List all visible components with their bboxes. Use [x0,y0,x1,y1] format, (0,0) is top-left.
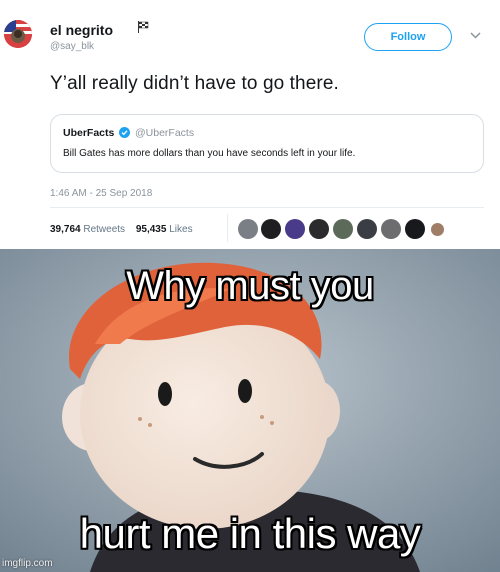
verified-badge-icon [119,127,130,138]
liker-avatar[interactable] [357,219,377,239]
likes-count[interactable]: 95,435 [136,224,167,235]
divider [50,207,484,208]
user-avatar[interactable] [4,20,32,48]
tweet-timestamp[interactable]: 1:46 AM - 25 Sep 2018 [50,188,152,199]
liker-avatar[interactable] [381,219,401,239]
display-name[interactable]: el negrito [50,22,113,38]
liker-avatar[interactable] [238,219,258,239]
quoted-text: Bill Gates has more dollars than you hav… [63,148,356,159]
stats-separator [227,214,228,242]
chevron-down-icon[interactable] [470,32,481,39]
likes-label[interactable]: Likes [169,224,192,235]
liker-avatar[interactable] [431,223,444,236]
liker-avatar[interactable] [285,219,305,239]
imgflip-watermark: imgflip.com [2,558,53,569]
liker-avatar[interactable] [333,219,353,239]
tweet-card: el negrito @say_blk Follow Y’all really … [0,0,500,249]
caption-top: Why must you [126,264,374,308]
follow-button[interactable]: Follow [364,23,452,51]
meme-image: Why must you hurt me in this way [0,249,500,572]
caption-bottom: hurt me in this way [79,510,421,557]
quoted-handle: @UberFacts [135,127,195,139]
tweet-text: Y’all really didn’t have to go there. [50,73,339,94]
liker-avatar[interactable] [261,219,281,239]
liker-avatar[interactable] [309,219,329,239]
liker-avatar[interactable] [405,219,425,239]
user-handle[interactable]: @say_blk [50,41,94,52]
tweet-stats: 39,764 Retweets 95,435 Likes [50,224,201,235]
retweets-count[interactable]: 39,764 [50,224,81,235]
quoted-tweet[interactable]: UberFacts @UberFacts Bill Gates has more… [50,114,484,173]
checkered-flag-icon [138,21,149,33]
retweets-label[interactable]: Retweets [83,224,125,235]
quoted-display-name: UberFacts [63,127,115,139]
